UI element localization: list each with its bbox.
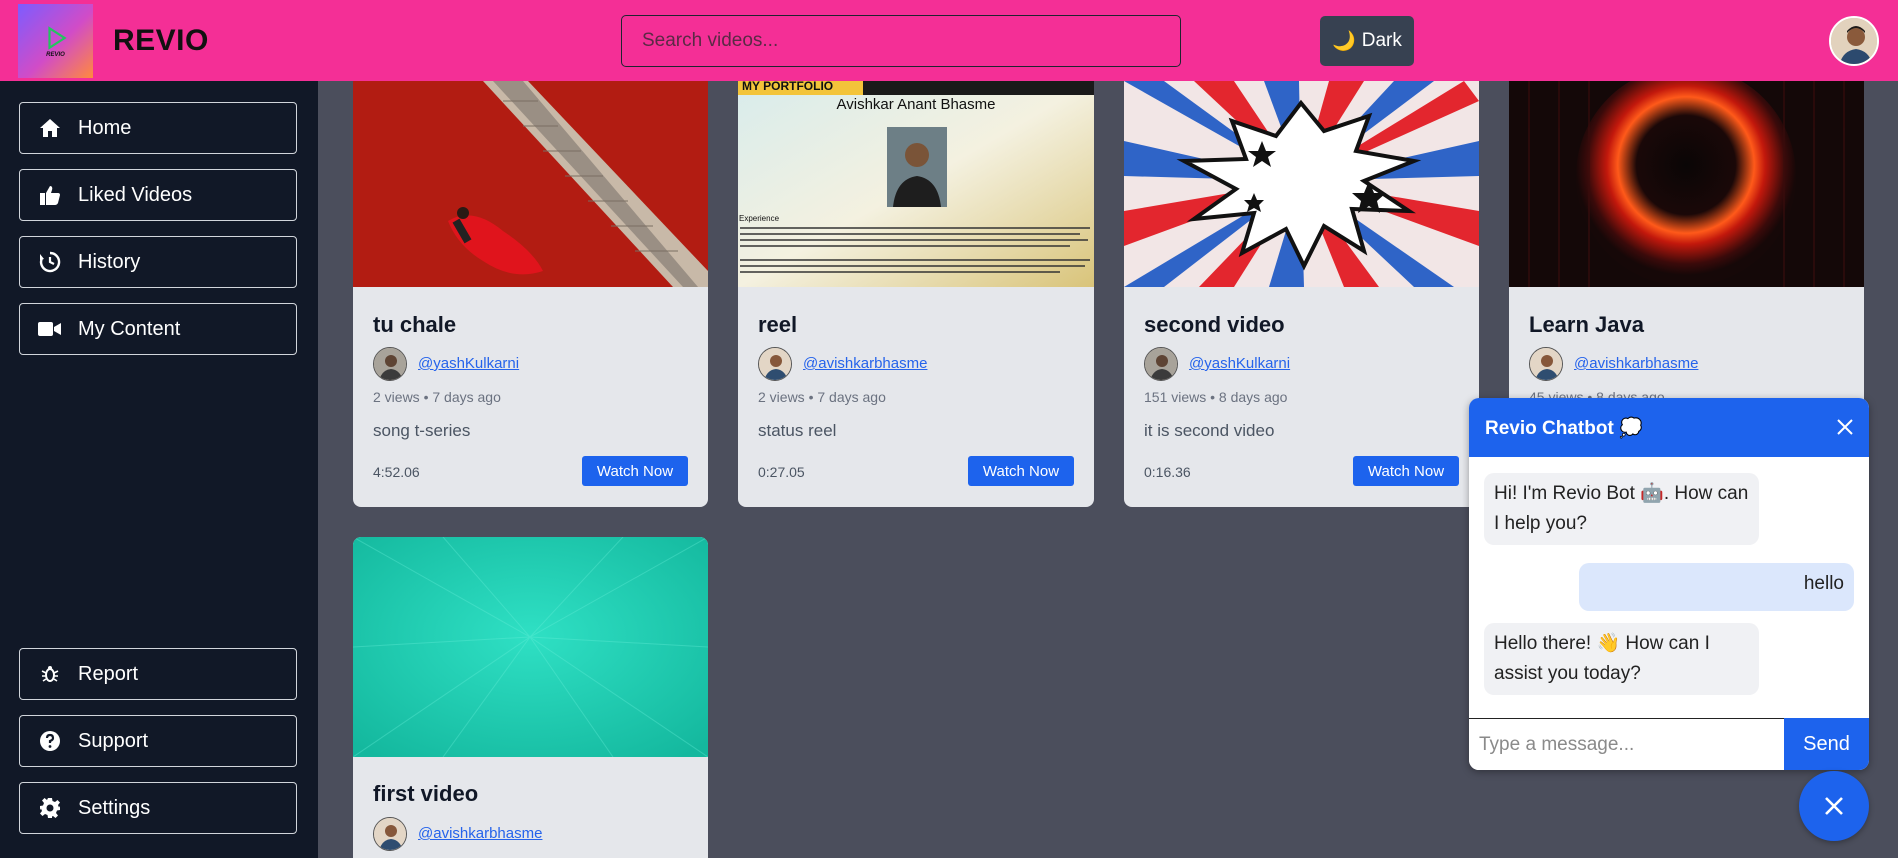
video-description: it is second video — [1144, 421, 1275, 440]
video-duration: 4:52.06 — [373, 464, 420, 480]
sidebar-item-label: Home — [78, 116, 132, 139]
video-card[interactable]: tu chale @yashKulkarni 2 views • 7 days … — [353, 81, 708, 507]
theme-toggle-label: Dark — [1361, 30, 1402, 51]
brand-name[interactable]: REVIO — [113, 24, 209, 58]
search-input[interactable] — [621, 15, 1181, 67]
video-card[interactable]: first video @avishkarbhasme — [353, 537, 708, 858]
video-title[interactable]: tu chale — [373, 312, 456, 338]
channel-handle-link[interactable]: @avishkarbhasme — [418, 825, 542, 842]
video-thumbnail[interactable] — [353, 81, 708, 287]
video-thumbnail[interactable] — [353, 537, 708, 757]
channel-avatar[interactable] — [1144, 347, 1178, 381]
chatbot-panel: Revio Chatbot 💭 Hi! I'm Revio Bot 🤖. How… — [1469, 398, 1869, 770]
sidebar-item-report[interactable]: Report — [19, 648, 297, 700]
video-title[interactable]: second video — [1144, 312, 1285, 338]
video-duration: 0:27.05 — [758, 464, 805, 480]
chatbot-toggle-button[interactable] — [1799, 771, 1869, 841]
play-logo-icon — [47, 25, 67, 50]
video-meta: 2 views • 7 days ago — [373, 389, 501, 405]
thumbs-up-icon — [38, 183, 62, 207]
video-thumbnail[interactable] — [1124, 81, 1479, 287]
video-title[interactable]: reel — [758, 312, 797, 338]
close-icon — [1825, 797, 1843, 815]
sidebar-item-label: Settings — [78, 796, 151, 819]
theme-toggle-button[interactable]: 🌙 Dark — [1320, 16, 1414, 66]
thumbnail-name: Avishkar Anant Bhasme — [836, 96, 996, 113]
question-circle-icon — [38, 729, 62, 753]
home-icon — [38, 116, 62, 140]
thumbnail-banner: MY PORTFOLIO — [742, 81, 834, 93]
chat-message-bot: Hi! I'm Revio Bot 🤖. How can I help you? — [1484, 473, 1759, 545]
sidebar-item-label: My Content — [78, 317, 181, 340]
video-description: song t-series — [373, 421, 471, 440]
channel-avatar[interactable] — [373, 347, 407, 381]
channel-avatar[interactable] — [758, 347, 792, 381]
channel-avatar[interactable] — [1529, 347, 1563, 381]
watch-now-button[interactable]: Watch Now — [968, 456, 1074, 486]
watch-now-button[interactable]: Watch Now — [582, 456, 688, 486]
video-thumbnail[interactable] — [1509, 81, 1864, 287]
sidebar-item-home[interactable]: Home — [19, 102, 297, 154]
sidebar-item-liked-videos[interactable]: Liked Videos — [19, 169, 297, 221]
chat-message-user: hello — [1579, 563, 1854, 611]
channel-handle-link[interactable]: @yashKulkarni — [418, 355, 519, 372]
logo-text: REVIO — [46, 51, 65, 58]
sidebar-item-label: Liked Videos — [78, 183, 193, 206]
bug-icon — [38, 662, 62, 686]
video-meta: 2 views • 7 days ago — [758, 389, 886, 405]
chat-send-button[interactable]: Send — [1784, 718, 1869, 770]
watch-now-button[interactable]: Watch Now — [1353, 456, 1459, 486]
avatar-person-icon — [1831, 18, 1877, 64]
channel-handle-link[interactable]: @yashKulkarni — [1189, 355, 1290, 372]
video-title[interactable]: Learn Java — [1529, 312, 1644, 338]
channel-handle-link[interactable]: @avishkarbhasme — [1574, 355, 1698, 372]
sidebar-item-label: Support — [78, 729, 149, 752]
video-meta: 151 views • 8 days ago — [1144, 389, 1288, 405]
chatbot-title: Revio Chatbot 💭 — [1485, 417, 1643, 439]
video-card[interactable]: second video @yashKulkarni 151 views • 8… — [1124, 81, 1479, 507]
sidebar-item-label: History — [78, 250, 141, 273]
thumbnail-section: Experience — [739, 214, 780, 223]
channel-handle-link[interactable]: @avishkarbhasme — [803, 355, 927, 372]
gear-icon — [38, 796, 62, 820]
chat-message-bot: Hello there! 👋 How can I assist you toda… — [1484, 623, 1759, 695]
video-duration: 0:16.36 — [1144, 464, 1191, 480]
sidebar-item-support[interactable]: Support — [19, 715, 297, 767]
sidebar-item-label: Report — [78, 662, 139, 685]
history-icon — [38, 250, 62, 274]
moon-icon: 🌙 — [1332, 31, 1356, 52]
top-header: REVIO REVIO 🌙 Dark — [0, 0, 1898, 81]
chat-message-input[interactable] — [1469, 718, 1784, 770]
close-icon[interactable] — [1835, 417, 1855, 437]
sidebar-item-my-content[interactable]: My Content — [19, 303, 297, 355]
video-thumbnail[interactable]: MY PORTFOLIO Avishkar Anant Bhasme Exper… — [738, 81, 1094, 287]
user-avatar[interactable] — [1829, 16, 1879, 66]
channel-avatar[interactable] — [373, 817, 407, 851]
sidebar-item-settings[interactable]: Settings — [19, 782, 297, 834]
app-logo[interactable]: REVIO — [18, 4, 93, 78]
video-description: status reel — [758, 421, 837, 440]
chatbot-header: Revio Chatbot 💭 — [1469, 398, 1869, 457]
video-title[interactable]: first video — [373, 781, 478, 807]
video-card[interactable]: MY PORTFOLIO Avishkar Anant Bhasme Exper… — [738, 81, 1094, 507]
sidebar-item-history[interactable]: History — [19, 236, 297, 288]
sidebar: Home Liked Videos History My Content Rep… — [0, 81, 318, 858]
video-camera-icon — [38, 317, 62, 341]
